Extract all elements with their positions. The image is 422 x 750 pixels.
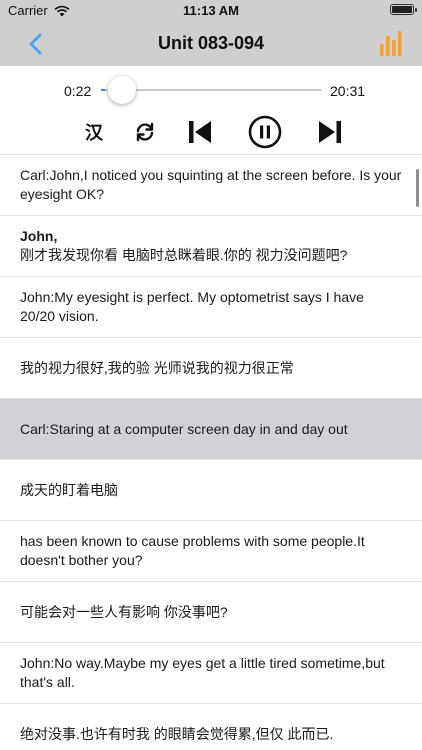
status-right [390,4,417,15]
sentence-row[interactable]: John:My eyesight is perfect. My optometr… [0,277,422,338]
speaker-label: John, [20,228,58,244]
progress-thumb[interactable] [107,76,136,104]
sentence-body: 可能会对一些人有影响 你没事吧? [20,603,228,620]
sentence-row[interactable]: 我的视力很好,我的验 光师说我的视力很正常 [0,338,422,399]
sentence-body: John:My eyesight is perfect. My optometr… [20,289,364,324]
repeat-icon [136,122,154,142]
sentence-body: has been known to cause problems with so… [20,533,365,568]
sentence-body: Carl:Staring at a computer screen day in… [20,420,348,437]
sentence-body: Carl:John,I noticed you squinting at the… [20,167,402,202]
pause-button[interactable] [248,115,282,149]
stats-button[interactable] [378,28,406,58]
sentence-row[interactable]: 可能会对一些人有影响 你没事吧? [0,582,422,643]
loop-button[interactable] [132,116,158,148]
sentence-list[interactable]: Carl:John,I noticed you squinting at the… [0,154,422,750]
language-toggle-button[interactable]: 汉 [81,116,107,148]
status-bar: Carrier 11:13 AM [0,0,422,22]
sentence-text: John:No way.Maybe my eyes get a little t… [20,654,402,692]
bar-chart-icon [380,31,402,56]
sentence-body: 刚才我发现你看 电脑时总眯着眼.你的 视力没问题吧? [20,247,348,263]
sentence-text: John, 刚才我发现你看 电脑时总眯着眼.你的 视力没问题吧? [20,227,347,265]
nav-bar: Unit 083-094 [0,22,422,66]
pause-circle-icon [248,115,282,149]
sentence-text: has been known to cause problems with so… [20,532,402,570]
sentence-row[interactable]: Carl:Staring at a computer screen day in… [0,399,422,460]
sentence-text: Carl:John,I noticed you squinting at the… [20,166,402,204]
page-title: Unit 083-094 [157,33,265,53]
skip-forward-icon [319,121,341,143]
total-time: 20:31 [330,83,366,99]
sentence-row[interactable]: 成天的盯着电脑 [0,460,422,521]
player-controls: 汉 [0,115,422,149]
sentence-text: 我的视力很好,我的验 光师说我的视力很正常 [20,359,294,378]
skip-back-icon [189,121,211,143]
progress-fill [101,89,105,91]
sentence-text: 可能会对一些人有影响 你没事吧? [20,603,228,622]
sentence-text: 绝对没事.也许有时我 的眼睛会觉得累,但仅 此而已. [20,725,333,744]
sentence-row[interactable]: has been known to cause problems with so… [0,521,422,582]
sentence-body: 成天的盯着电脑 [20,481,118,498]
top-bar: Carrier 11:13 AM Unit 083-094 [0,0,422,66]
sentence-row[interactable]: 绝对没事.也许有时我 的眼睛会觉得累,但仅 此而已. [0,704,422,750]
sentence-text: John:My eyesight is perfect. My optometr… [20,288,402,326]
sentence-text: Carl:Staring at a computer screen day in… [20,420,348,439]
battery-icon [390,4,417,15]
next-button[interactable] [316,116,344,148]
audio-player: 0:22 20:31 汉 [0,66,422,154]
sentence-row[interactable]: Carl:John,I noticed you squinting at the… [0,155,422,216]
sentence-row[interactable]: John, 刚才我发现你看 电脑时总眯着眼.你的 视力没问题吧? [0,216,422,277]
sentence-row[interactable]: John:No way.Maybe my eyes get a little t… [0,643,422,704]
status-time: 11:13 AM [183,3,239,18]
current-time: 0:22 [64,83,92,99]
sentence-body: 绝对没事.也许有时我 的眼睛会觉得累,但仅 此而已. [20,725,334,742]
sentence-body: 我的视力很好,我的验 光师说我的视力很正常 [20,359,294,376]
progress-slider[interactable] [101,76,321,104]
sentence-text: 成天的盯着电脑 [20,481,118,500]
previous-button[interactable] [186,116,214,148]
sentence-body: John:No way.Maybe my eyes get a little t… [20,655,385,690]
